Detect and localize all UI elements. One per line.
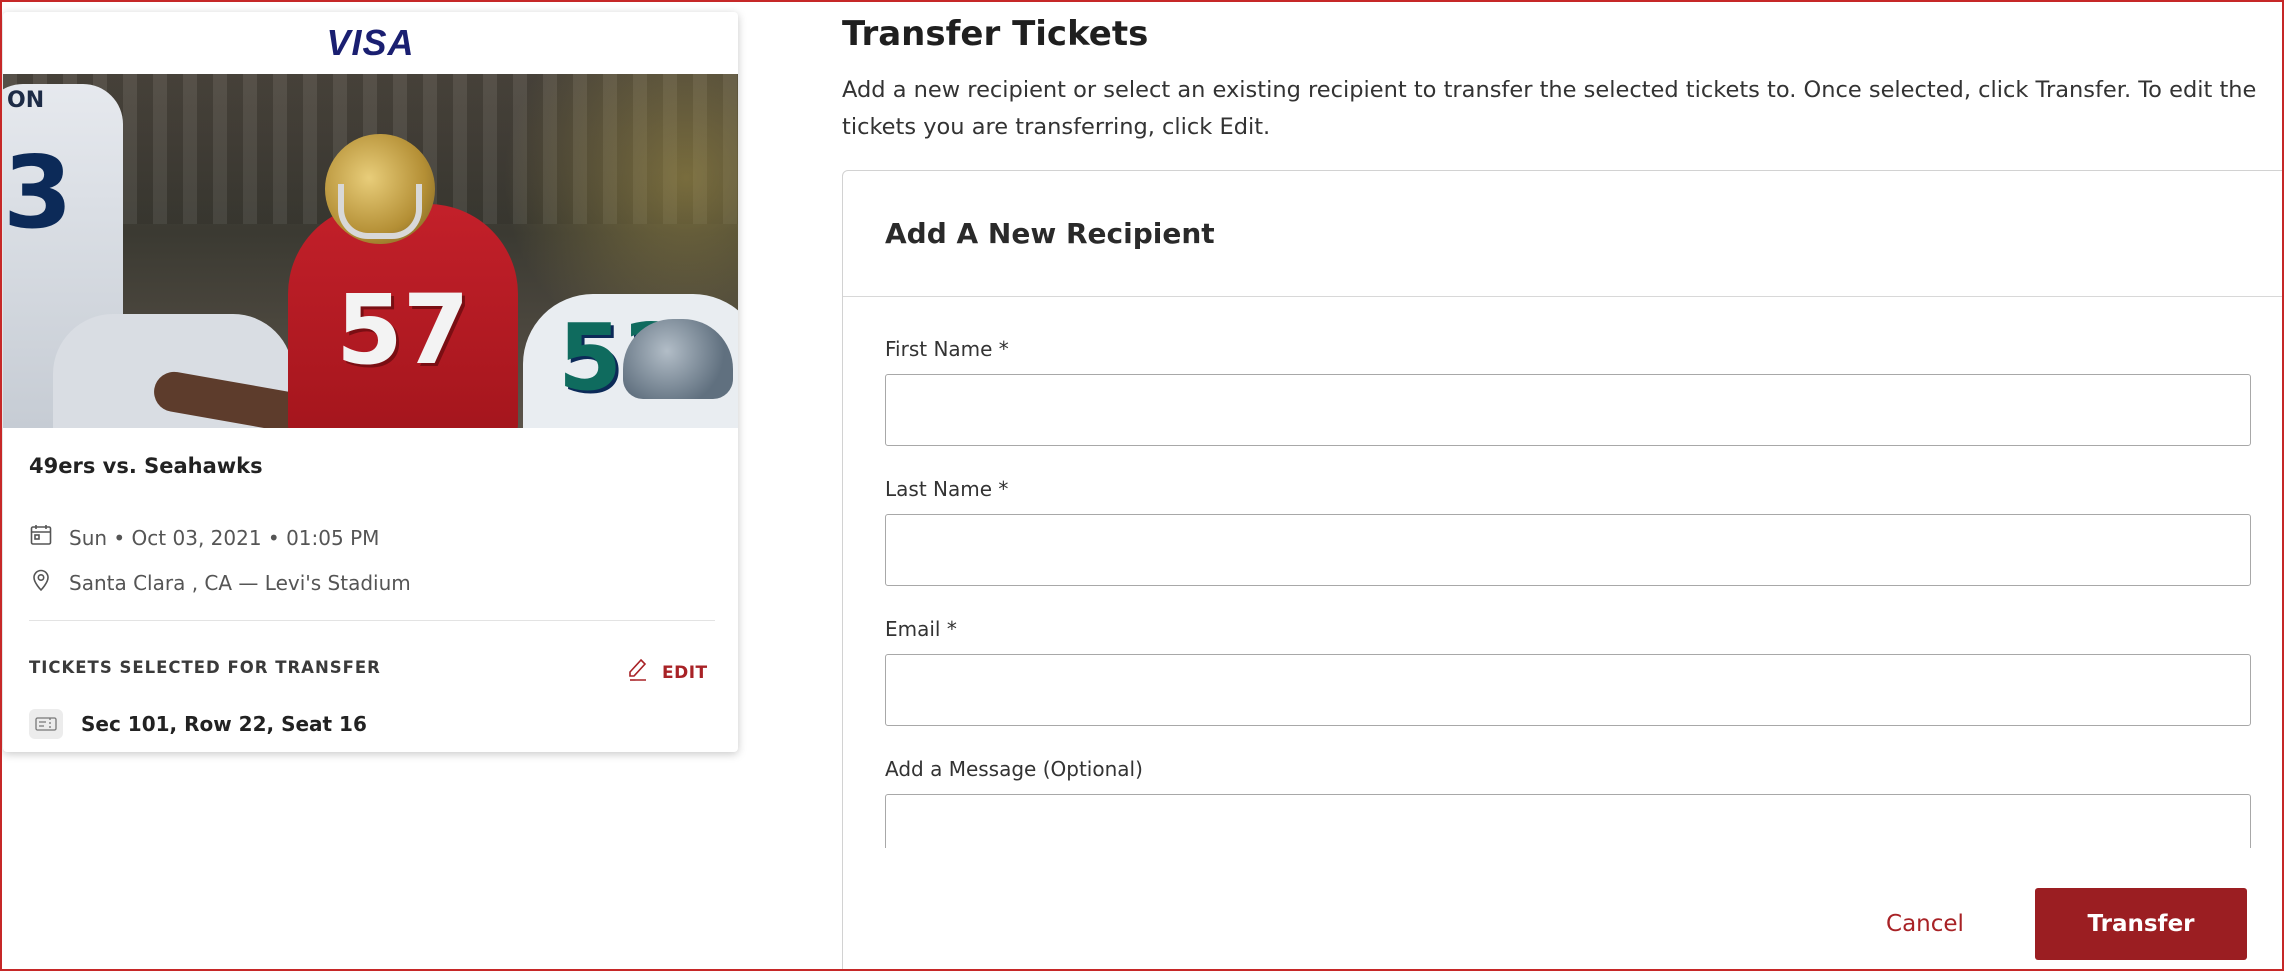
location-pin-icon [29, 568, 69, 597]
event-card: VISA ON 3 57 53 49ers vs. Seahawks Sun •… [3, 12, 738, 752]
event-name: 49ers vs. Seahawks [29, 454, 263, 478]
message-input[interactable] [885, 794, 2251, 848]
first-name-label: First Name * [885, 337, 1009, 361]
edit-label: EDIT [662, 662, 708, 683]
player-left-number: 3 [3, 134, 73, 251]
last-name-label: Last Name * [885, 477, 1009, 501]
message-label: Add a Message (Optional) [885, 757, 1143, 781]
player-main-facemask [338, 184, 422, 239]
player-right-helmet [623, 319, 733, 399]
new-recipient-form: Add A New Recipient First Name * Last Na… [842, 170, 2284, 971]
page-description: Add a new recipient or select an existin… [842, 77, 2257, 140]
event-datetime-row: Sun • Oct 03, 2021 • 01:05 PM [29, 523, 379, 552]
tickets-selected-label: TICKETS SELECTED FOR TRANSFER [29, 658, 381, 677]
first-name-input[interactable] [885, 374, 2251, 446]
selected-ticket-row: Sec 101, Row 22, Seat 16 [29, 709, 367, 739]
form-header: Add A New Recipient [843, 171, 2284, 297]
cancel-button[interactable]: Cancel [1860, 888, 1990, 960]
event-datetime: Sun • Oct 03, 2021 • 01:05 PM [69, 525, 380, 550]
pencil-icon [628, 658, 662, 687]
event-location-row: Santa Clara , CA — Levi's Stadium [29, 568, 411, 597]
email-input[interactable] [885, 654, 2251, 726]
event-location: Santa Clara , CA — Levi's Stadium [69, 570, 411, 595]
last-name-input[interactable] [885, 514, 2251, 586]
page-title: Transfer Tickets [842, 14, 1149, 54]
ticket-seat-info: Sec 101, Row 22, Seat 16 [81, 712, 367, 736]
ticket-icon [29, 709, 63, 739]
form-title: Add A New Recipient [885, 217, 1215, 250]
player-main-number: 57 [336, 274, 470, 386]
sponsor-bar: VISA [3, 12, 738, 74]
transfer-button[interactable]: Transfer [2035, 888, 2247, 960]
edit-tickets-button[interactable]: EDIT [628, 658, 708, 687]
event-hero-image: ON 3 57 53 [3, 74, 738, 428]
player-left-name: ON [7, 88, 45, 113]
visa-logo: VISA [326, 22, 415, 63]
email-label: Email * [885, 617, 957, 641]
card-divider [29, 620, 715, 621]
calendar-icon [29, 523, 69, 552]
